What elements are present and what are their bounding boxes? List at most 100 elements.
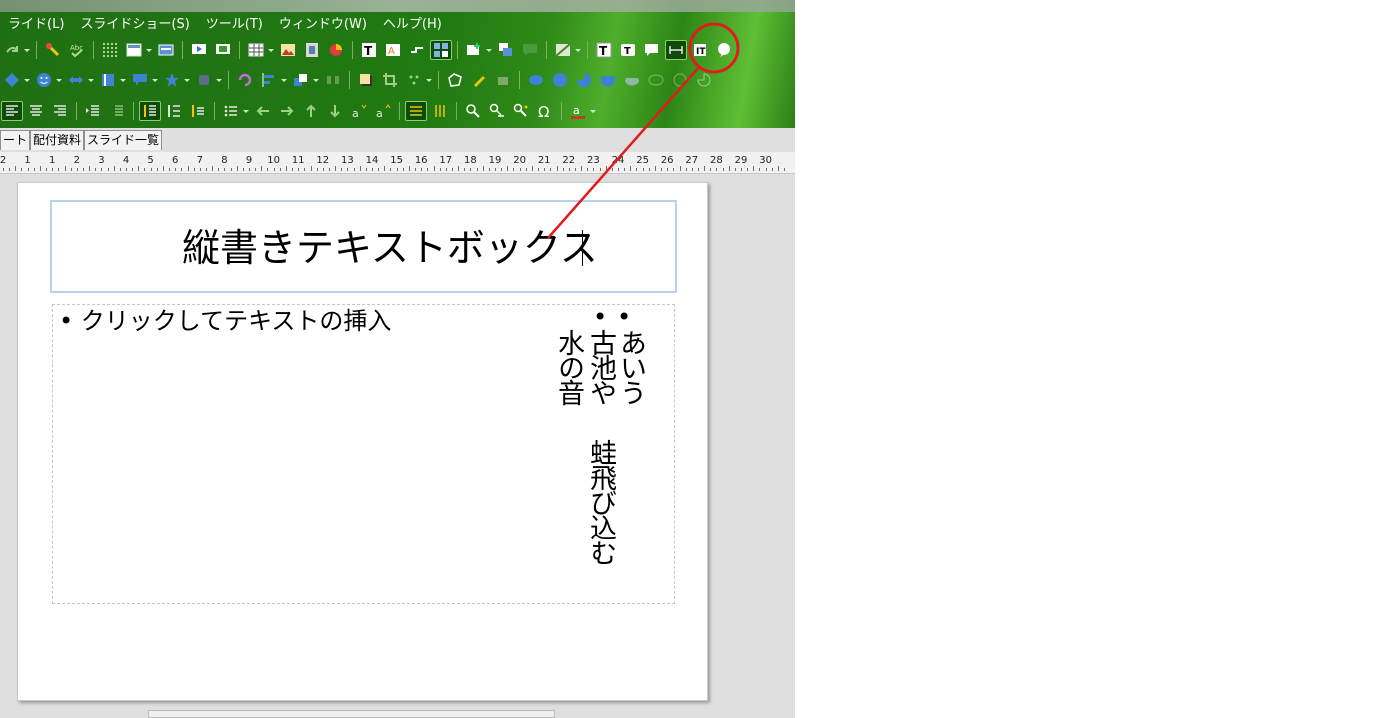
start-slideshow-icon[interactable]: [188, 40, 210, 60]
basic-shapes-icon[interactable]: [1, 70, 23, 90]
rotate-icon[interactable]: [234, 70, 256, 90]
chevron-down-icon[interactable]: [267, 40, 275, 60]
special-character-icon[interactable]: Ω: [534, 101, 556, 121]
callout-icon[interactable]: [641, 40, 663, 60]
decrease-indent-icon[interactable]: [106, 101, 128, 121]
text-box-icon[interactable]: T: [358, 40, 380, 60]
circle-segment-icon[interactable]: [597, 70, 619, 90]
tab-handout[interactable]: 配付資料: [30, 130, 85, 150]
tab-slide-sorter[interactable]: スライド一覧: [84, 130, 163, 150]
shadow-icon[interactable]: [355, 70, 377, 90]
chevron-down-icon[interactable]: [485, 40, 493, 60]
vertical-text-line[interactable]: 蛙飛び込む: [585, 439, 616, 564]
title-text-box[interactable]: 縦書きテキストボックス: [50, 200, 677, 293]
font-color-icon[interactable]: a: [567, 101, 589, 121]
placeholder-line[interactable]: • クリックしてテキストの挿入: [59, 306, 391, 336]
slide-layout-icon[interactable]: [552, 40, 574, 60]
increase-indent-icon[interactable]: [82, 101, 104, 121]
chevron-down-icon[interactable]: [574, 40, 582, 60]
chevron-down-icon[interactable]: [55, 70, 63, 90]
circle-outline-icon[interactable]: [669, 70, 691, 90]
align-center-icon[interactable]: [25, 101, 47, 121]
circle-icon[interactable]: [549, 70, 571, 90]
chevron-down-icon[interactable]: [119, 70, 127, 90]
vertical-text-icon[interactable]: [665, 40, 687, 60]
slide-canvas[interactable]: 縦書きテキストボックス • クリックしてテキストの挿入 • • あいう 古池や …: [17, 182, 708, 701]
menu-tools[interactable]: ツール(T): [198, 14, 271, 36]
chevron-down-icon[interactable]: [183, 70, 191, 90]
chevron-down-icon[interactable]: [215, 70, 223, 90]
menu-slideshow[interactable]: スライドショー(S): [72, 14, 197, 36]
connector-icon[interactable]: [406, 40, 428, 60]
flowchart-icon[interactable]: [97, 70, 119, 90]
subscript-icon[interactable]: a: [372, 101, 394, 121]
arrow-down-icon[interactable]: [324, 101, 346, 121]
find-replace-icon[interactable]: [486, 101, 508, 121]
decrease-spacing-icon[interactable]: [187, 101, 209, 121]
menu-help[interactable]: ヘルプ(H): [375, 14, 450, 36]
arrow-right-icon[interactable]: [276, 101, 298, 121]
horizontal-ruler[interactable]: 2 1 1 2 3 4 5 6 7 8 9 10 11 12 13 14 15 16 17 18 19 20 21 22 23 2…: [0, 152, 795, 174]
increase-spacing-icon[interactable]: [163, 101, 185, 121]
chevron-down-icon[interactable]: [151, 70, 159, 90]
vertical-callout-bubble-icon[interactable]: [713, 40, 735, 60]
align-left-icon[interactable]: [1, 101, 23, 121]
slideshow-from-current-icon[interactable]: [212, 40, 234, 60]
ellipse-icon[interactable]: [525, 70, 547, 90]
vertical-text-line[interactable]: 水の音: [553, 329, 584, 404]
ellipse-outline-icon[interactable]: [645, 70, 667, 90]
symbol-shapes-icon[interactable]: [33, 70, 55, 90]
chevron-down-icon[interactable]: [312, 70, 320, 90]
vertical-text-line[interactable]: あいう: [615, 329, 646, 404]
points-icon[interactable]: [444, 70, 466, 90]
content-placeholder-box[interactable]: • クリックしてテキストの挿入 • • あいう 古池や 蛙飛び込む 水の音: [52, 304, 675, 604]
line-spacing-icon[interactable]: [139, 101, 161, 121]
slide-title[interactable]: 縦書きテキストボックス: [182, 224, 598, 272]
callout-shapes-icon[interactable]: [129, 70, 151, 90]
chevron-down-icon[interactable]: [23, 70, 31, 90]
display-grid-icon[interactable]: [430, 40, 452, 60]
bullets-icon[interactable]: [220, 101, 242, 121]
fit-text-icon[interactable]: T: [617, 40, 639, 60]
fontwork-icon[interactable]: A: [382, 40, 404, 60]
chevron-down-icon[interactable]: [23, 40, 31, 60]
new-slide-icon[interactable]: [463, 40, 485, 60]
star-icon[interactable]: [161, 70, 183, 90]
autocorrect-icon[interactable]: [510, 101, 532, 121]
duplicate-slide-icon[interactable]: [495, 40, 517, 60]
superscript-icon[interactable]: a: [348, 101, 370, 121]
arrow-up-icon[interactable]: [300, 101, 322, 121]
arrange-icon[interactable]: [290, 70, 312, 90]
text-icon[interactable]: T: [593, 40, 615, 60]
text-direction-lr-icon[interactable]: [405, 101, 427, 121]
text-direction-tb-icon[interactable]: [429, 101, 451, 121]
distribute-icon[interactable]: [322, 70, 344, 90]
vertical-text-line[interactable]: 古池や: [585, 329, 616, 404]
horizontal-scrollbar[interactable]: [148, 710, 555, 718]
master-slide-icon[interactable]: [155, 40, 177, 60]
find-icon[interactable]: [462, 101, 484, 121]
redo-icon[interactable]: [1, 40, 23, 60]
chevron-down-icon[interactable]: [589, 101, 597, 121]
filter-icon[interactable]: [403, 70, 425, 90]
crop-icon[interactable]: [379, 70, 401, 90]
chart-icon[interactable]: [325, 40, 347, 60]
grid-icon[interactable]: [99, 40, 121, 60]
chevron-down-icon[interactable]: [87, 70, 95, 90]
ellipse-segment-icon[interactable]: [621, 70, 643, 90]
block-arrows-icon[interactable]: [65, 70, 87, 90]
image-icon[interactable]: [277, 40, 299, 60]
comment-icon[interactable]: [519, 40, 541, 60]
chevron-down-icon[interactable]: [242, 101, 250, 121]
align-objects-icon[interactable]: [258, 70, 280, 90]
circle-pie-icon[interactable]: [573, 70, 595, 90]
align-right-icon[interactable]: [49, 101, 71, 121]
toggle-extrusion-icon[interactable]: [492, 70, 514, 90]
display-view-icon[interactable]: [123, 40, 145, 60]
chevron-down-icon[interactable]: [425, 70, 433, 90]
vertical-callout-icon[interactable]: IT: [689, 40, 711, 60]
auto-spellcheck-icon[interactable]: Abc: [66, 40, 88, 60]
glue-points-icon[interactable]: [468, 70, 490, 90]
spellcheck-icon[interactable]: [42, 40, 64, 60]
chevron-down-icon[interactable]: [145, 40, 153, 60]
